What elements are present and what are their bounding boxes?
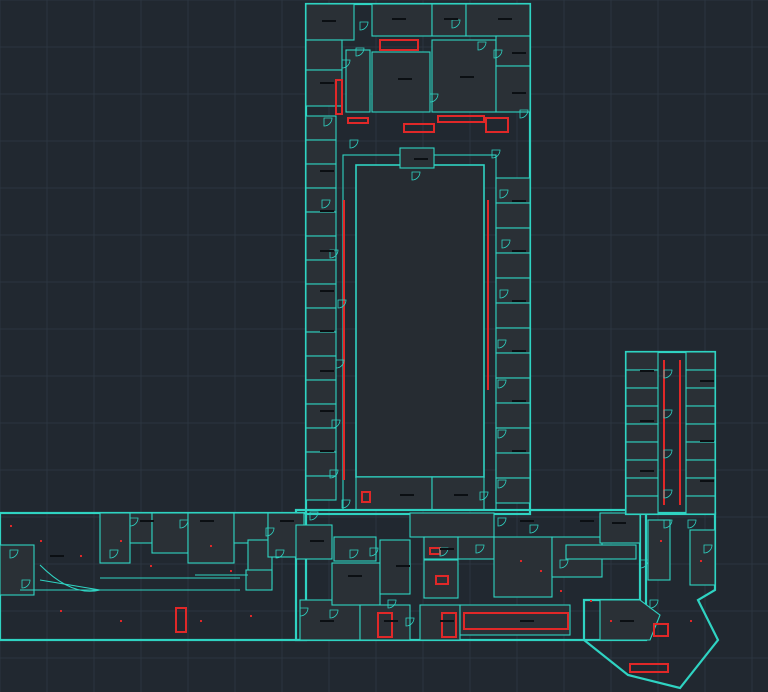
courtyard: [355, 164, 485, 478]
north-wing-top-rooms: [305, 3, 531, 169]
north-wing-left-rooms: [305, 139, 337, 501]
south-wing: [0, 508, 720, 690]
north-wing-right-rooms: [495, 177, 531, 504]
floor-plan: [0, 2, 720, 690]
cad-drawing-canvas[interactable]: [0, 0, 768, 692]
north-wing: [304, 2, 532, 516]
